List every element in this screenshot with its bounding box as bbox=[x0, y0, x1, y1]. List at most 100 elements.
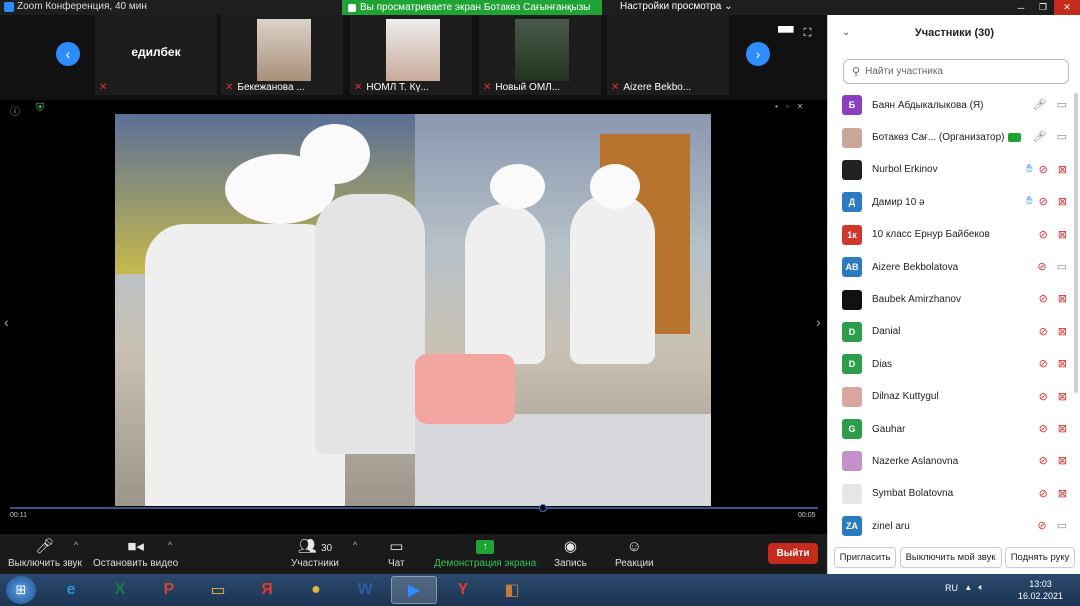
participant-row[interactable]: Д Дамир 10 ә ✋︎ ⊘ ⊠ bbox=[828, 186, 1080, 218]
chat-button[interactable]: ▭ Чат bbox=[388, 536, 405, 569]
record-button[interactable]: ◉ Запись bbox=[554, 536, 587, 569]
camera-off-icon: ⊠ bbox=[1057, 228, 1067, 241]
participant-row[interactable]: Б Баян Абдыкалыкова (Я) 🎤︎ ▭ bbox=[828, 89, 1080, 121]
video-tile[interactable]: ✕ Новый ОМЛ... bbox=[479, 15, 601, 95]
tray-arrow-icon[interactable]: ▴ bbox=[966, 582, 971, 593]
tile-label: ✕ Бекежанова ... bbox=[225, 82, 305, 93]
tile-label: ✕ Aizere Bekbo... bbox=[611, 82, 692, 93]
start-button[interactable]: ⊞ bbox=[6, 576, 36, 604]
taskbar-clock[interactable]: 13:03 16.02.2021 bbox=[1018, 578, 1063, 602]
avatar: G bbox=[842, 419, 862, 440]
share-screen-button[interactable]: ↑ Демонстрация экрана bbox=[434, 536, 536, 569]
taskbar-app[interactable]: ◧ bbox=[489, 576, 535, 604]
meeting-toolbar: 🎤︎ Выключить звук ^ ■◂ Остановить видео … bbox=[0, 534, 827, 574]
remaining-time: 00:05 bbox=[798, 512, 816, 519]
volume-icon[interactable]: 🔈︎ bbox=[979, 582, 984, 593]
minimize-icon[interactable]: ─ bbox=[1010, 0, 1032, 15]
close-icon[interactable]: ✕ bbox=[1054, 0, 1080, 15]
video-tile[interactable]: ✕ НОМЛ Т. Кү... bbox=[350, 15, 472, 95]
participant-search[interactable]: ⚲ bbox=[843, 59, 1069, 84]
taskbar-app[interactable]: X bbox=[97, 576, 143, 604]
raise-hand-button[interactable]: Поднять руку bbox=[1004, 547, 1076, 568]
video-options-caret[interactable]: ^ bbox=[168, 540, 172, 550]
view-icons: ▀▀ ⛶ bbox=[778, 27, 811, 40]
camera-off-icon: ⊠ bbox=[1057, 455, 1067, 468]
taskbar-app[interactable]: P bbox=[146, 576, 192, 604]
taskbar-app[interactable]: Y bbox=[440, 576, 486, 604]
leave-button[interactable]: Выйти bbox=[768, 543, 818, 564]
tile-label: ✕ bbox=[99, 82, 111, 93]
participant-row[interactable]: Nazerke Aslanovna ⊘ ⊠ bbox=[828, 445, 1080, 477]
camera-icon: ▭ bbox=[1056, 260, 1067, 273]
microphone-icon: 🎤︎ bbox=[1032, 99, 1047, 111]
participants-options-caret[interactable]: ^ bbox=[353, 540, 357, 550]
participant-name: Nazerke Aslanovna bbox=[872, 455, 959, 467]
video-tile[interactable]: ✕ Aizere Bekbo... bbox=[607, 15, 729, 95]
excel-icon: X bbox=[114, 581, 126, 598]
maximize-icon[interactable]: ❐ bbox=[1032, 0, 1054, 15]
mic-off-icon: ✕ bbox=[354, 82, 363, 93]
participant-row[interactable]: G Gauhar ⊘ ⊠ bbox=[828, 413, 1080, 445]
mic-muted-icon: ⊘ bbox=[1038, 422, 1048, 435]
media-icon: ◧ bbox=[504, 582, 520, 599]
participant-row[interactable]: D Dias ⊘ ⊠ bbox=[828, 348, 1080, 380]
fullscreen-icon[interactable]: ⛶ bbox=[804, 27, 812, 40]
mic-off-icon: ✕ bbox=[225, 82, 234, 93]
mic-muted-icon: ⊘ bbox=[1038, 228, 1048, 241]
participant-name: zinel aru bbox=[872, 520, 910, 532]
participant-row[interactable]: Dilnaz Kuttygul ⊘ ⊠ bbox=[828, 381, 1080, 413]
taskbar-app[interactable]: ▶ bbox=[391, 576, 437, 604]
info-icon[interactable]: ⓘ bbox=[10, 103, 20, 118]
taskbar-app[interactable]: e bbox=[48, 576, 94, 604]
taskbar-app[interactable]: Я bbox=[244, 576, 290, 604]
participant-name: Gauhar bbox=[872, 423, 906, 435]
stop-video-button[interactable]: ■◂ Остановить видео bbox=[93, 536, 178, 569]
participant-row[interactable]: D Danial ⊘ ⊠ bbox=[828, 316, 1080, 348]
camera-off-icon: ⊠ bbox=[1057, 358, 1067, 371]
reactions-button[interactable]: ☺ Реакции bbox=[615, 536, 654, 569]
participant-row[interactable]: Ботакөз Сағ... (Организатор) 🎤︎ ▭ bbox=[828, 121, 1080, 153]
video-tile[interactable]: ✕ Бекежанова ... bbox=[221, 15, 343, 95]
language-indicator[interactable]: RU bbox=[945, 583, 958, 593]
avatar: D bbox=[842, 354, 862, 375]
participant-row[interactable]: 1к 10 класс Ернур Байбеков ⊘ ⊠ bbox=[828, 219, 1080, 251]
tile-name: едилбек bbox=[131, 45, 181, 59]
invite-button[interactable]: Пригласить bbox=[833, 547, 897, 568]
progress-knob[interactable] bbox=[539, 504, 548, 512]
mute-options-caret[interactable]: ^ bbox=[74, 540, 78, 550]
video-tile[interactable]: едилбек ✕ bbox=[95, 15, 217, 95]
mute-me-button[interactable]: Выключить мой звук bbox=[899, 547, 1002, 568]
taskbar-app[interactable]: W bbox=[342, 576, 388, 604]
participant-row[interactable]: ZA zinel aru ⊘ ▭ bbox=[828, 510, 1080, 541]
strip-prev-button[interactable]: ‹ bbox=[56, 42, 80, 66]
chevron-right-icon: › bbox=[755, 46, 761, 62]
share-banner: Вы просматриваете экран Ботакөз Сағынған… bbox=[342, 0, 602, 15]
chevron-right-icon[interactable]: › bbox=[816, 314, 821, 330]
strip-next-button[interactable]: › bbox=[746, 42, 770, 66]
mute-button[interactable]: 🎤︎ Выключить звук bbox=[8, 536, 82, 569]
shield-icon[interactable]: ⛨ bbox=[36, 102, 44, 115]
participant-row[interactable]: Baubek Amirzhanov ⊘ ⊠ bbox=[828, 283, 1080, 315]
raised-hand-icon: ✋︎ bbox=[1026, 162, 1033, 175]
window-title-bar: Zoom Конференция, 40 мин Вы просматривае… bbox=[0, 0, 1080, 15]
view-settings-button[interactable]: Настройки просмотра ⌄ bbox=[620, 1, 733, 12]
search-icon: ⚲ bbox=[852, 66, 861, 78]
video-camera-icon: ■◂ bbox=[127, 538, 144, 555]
chevron-left-icon[interactable]: ‹ bbox=[4, 314, 9, 330]
taskbar-app[interactable]: ● bbox=[293, 576, 339, 604]
camera-off-icon: ⊠ bbox=[1057, 163, 1067, 176]
taskbar-app[interactable]: ▭ bbox=[195, 576, 241, 604]
layout-icon[interactable]: ▀▀ bbox=[778, 27, 794, 40]
participant-row[interactable]: AB Aizere Bekbolatova ⊘ ▭ bbox=[828, 251, 1080, 283]
video-progress-bar[interactable] bbox=[10, 504, 818, 512]
search-input[interactable] bbox=[865, 66, 1056, 77]
participants-button[interactable]: 👥︎ 30 Участники bbox=[291, 536, 339, 569]
participant-video bbox=[257, 19, 311, 81]
participant-list-scrollbar[interactable] bbox=[1074, 93, 1078, 393]
participant-row[interactable]: Nurbol Erkinov ✋︎ ⊘ ⊠ bbox=[828, 154, 1080, 186]
camera-off-icon: ⊠ bbox=[1057, 325, 1067, 338]
clock-time: 13:03 bbox=[1029, 579, 1052, 589]
participant-row[interactable]: Symbat Bolatovna ⊘ ⊠ bbox=[828, 478, 1080, 510]
windows-taskbar: ⊞ e X P ▭ Я ● W ▶ Y ◧ RU ▴ 🔈︎ 13:03 16.02.2021 bbox=[0, 574, 1080, 606]
tile-label: ✕ Новый ОМЛ... bbox=[483, 82, 561, 93]
